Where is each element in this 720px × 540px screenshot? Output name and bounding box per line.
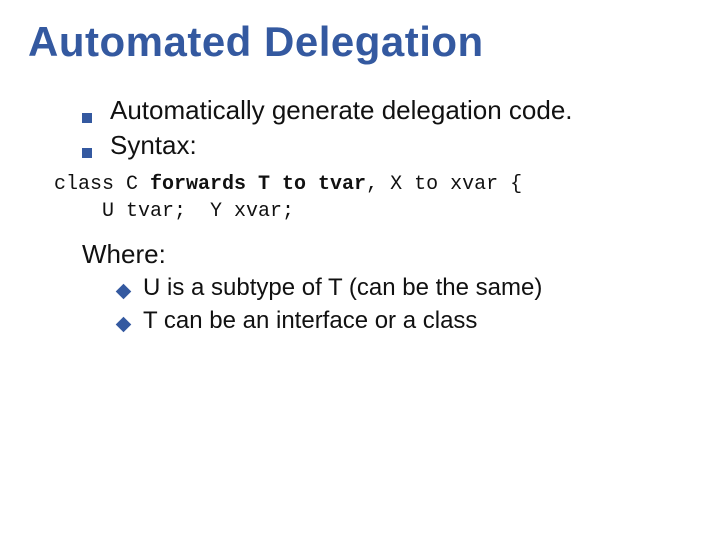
list-item: Automatically generate delegation code. xyxy=(82,94,692,127)
square-bullet-icon xyxy=(82,113,92,123)
where-block: Where: U is a subtype of T (can be the s… xyxy=(82,239,692,336)
rest-text: is a subtype of T (can be the same) xyxy=(160,274,542,301)
bullet-list: Automatically generate delegation code. … xyxy=(82,94,692,161)
code-line: U tvar; Y xvar; xyxy=(54,198,692,225)
lead-letter: T xyxy=(143,307,157,334)
code-block: class C forwards T to tvar, X to xvar { … xyxy=(54,171,692,225)
square-bullet-icon xyxy=(82,148,92,158)
lead-letter: U xyxy=(143,274,160,301)
rest-text: can be an interface or a class xyxy=(157,307,477,334)
code-bold: forwards T to tvar xyxy=(150,173,366,196)
code-text: class C xyxy=(54,173,150,196)
diamond-bullet-icon xyxy=(116,284,132,300)
where-label: Where: xyxy=(82,239,692,270)
bullet-text: Automatically generate delegation code. xyxy=(110,94,573,127)
code-text: U tvar; Y xvar; xyxy=(54,200,294,223)
diamond-bullet-icon xyxy=(116,317,132,333)
sub-bullet-text: T can be an interface or a class xyxy=(143,305,477,336)
list-item: U is a subtype of T (can be the same) xyxy=(118,272,692,303)
slide: Automated Delegation Automatically gener… xyxy=(0,0,720,540)
list-item: Syntax: xyxy=(82,129,692,162)
page-title: Automated Delegation xyxy=(28,18,692,66)
bullet-text: Syntax: xyxy=(110,129,197,162)
sub-bullet-text: U is a subtype of T (can be the same) xyxy=(143,272,542,303)
code-line: class C forwards T to tvar, X to xvar { xyxy=(54,171,692,198)
list-item: T can be an interface or a class xyxy=(118,305,692,336)
code-text: , X to xvar { xyxy=(366,173,522,196)
